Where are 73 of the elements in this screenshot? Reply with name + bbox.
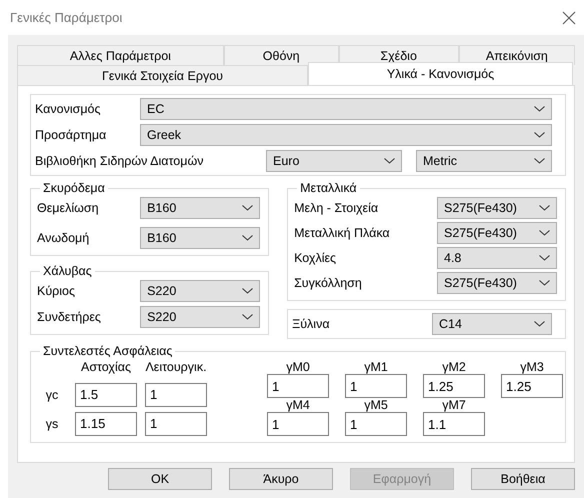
chevron-icon xyxy=(242,314,254,320)
factor-label: γM2 xyxy=(442,360,466,374)
input-field[interactable]: 1 xyxy=(267,374,329,398)
group-title: Χάλυβας xyxy=(42,264,93,278)
factor-label: γM3 xyxy=(520,360,544,374)
dropdown[interactable]: C14 xyxy=(432,313,552,335)
tab[interactable]: Υλικά - Κανονισμός xyxy=(308,62,573,85)
chevron-icon xyxy=(539,255,550,261)
group-title: Σκυρόδεμα xyxy=(42,181,106,195)
dropdown[interactable]: B160 xyxy=(140,197,260,219)
close-icon[interactable] xyxy=(562,10,576,24)
input-field[interactable]: 1 xyxy=(145,382,207,407)
chevron-icon xyxy=(242,205,254,211)
field-label: Μελη - Στοιχεία xyxy=(294,201,378,215)
column-label: Λειτουργικ. xyxy=(145,360,207,374)
dropdown[interactable]: S275(Fe430) xyxy=(437,272,557,294)
dropdown[interactable]: S275(Fe430) xyxy=(437,222,557,244)
field-label: Θεμελίωση xyxy=(37,201,99,215)
chevron-icon xyxy=(539,280,550,286)
factor-label: γM5 xyxy=(364,398,388,412)
field-label: Βιβλιοθήκη Σιδηρών Διατομών xyxy=(35,154,204,168)
dropdown[interactable]: S220 xyxy=(140,306,260,328)
field-label: Ανωδομή xyxy=(37,231,90,245)
chevron-icon xyxy=(534,158,545,164)
input-field[interactable]: 1.1 xyxy=(423,412,485,436)
group-title: Μεταλλικά xyxy=(299,181,358,195)
dialog-button[interactable]: Βοήθεια xyxy=(471,468,575,490)
dialog-button[interactable]: Άκυρο xyxy=(229,468,333,490)
field-label: Προσάρτημα xyxy=(35,128,106,142)
chevron-icon xyxy=(539,205,550,211)
group-title: Συντελεστές Ασφάλειας xyxy=(42,344,174,358)
input-field[interactable]: 1 xyxy=(345,412,407,436)
chevron-icon xyxy=(242,288,254,294)
input-field[interactable]: 1 xyxy=(267,412,329,436)
input-field[interactable]: 1.25 xyxy=(501,374,563,398)
input-field[interactable]: 1.15 xyxy=(75,412,137,436)
input-field[interactable]: 1 xyxy=(145,412,207,436)
chevron-icon xyxy=(384,158,395,164)
tab[interactable]: Γενικά Στοιχεία Εργου xyxy=(17,65,308,85)
field-label: Κανονισμός xyxy=(35,102,101,116)
factor-label: γM0 xyxy=(286,360,310,374)
field-label: Κύριος xyxy=(37,284,76,298)
input-field[interactable]: 1.25 xyxy=(423,374,485,398)
dropdown[interactable]: 4.8 xyxy=(437,247,557,269)
chevron-icon xyxy=(534,132,545,138)
dropdown[interactable]: Metric xyxy=(416,150,552,172)
field-label: Ξύλινα xyxy=(292,317,330,331)
dialog-button[interactable]: OK xyxy=(108,468,212,490)
row-label: γc xyxy=(44,388,60,402)
chevron-icon xyxy=(539,230,550,236)
field-label: Κοχλίες xyxy=(294,251,336,265)
tab[interactable]: Οθόνη xyxy=(224,45,339,65)
dropdown[interactable]: Greek xyxy=(140,124,552,146)
dropdown[interactable]: B160 xyxy=(140,227,260,249)
dropdown[interactable]: Euro xyxy=(266,150,402,172)
input-field[interactable]: 1 xyxy=(345,374,407,398)
input-field[interactable]: 1.5 xyxy=(75,382,137,407)
factor-label: γM1 xyxy=(364,360,388,374)
window-title: Γενικές Παράμετροι xyxy=(10,10,122,25)
chevron-icon xyxy=(534,321,545,327)
column-label: Αστοχίας xyxy=(80,360,132,374)
chevron-icon xyxy=(242,235,254,241)
factor-label: γM7 xyxy=(442,398,466,412)
field-label: Συνδετήρες xyxy=(37,310,101,324)
dropdown[interactable]: EC xyxy=(140,98,552,120)
dropdown[interactable]: S275(Fe430) xyxy=(437,197,557,219)
field-label: Μεταλλική Πλάκα xyxy=(294,226,390,240)
tab[interactable]: Αλλες Παράμετροι xyxy=(17,45,224,65)
row-label: γs xyxy=(44,416,60,431)
field-label: Συγκόλληση xyxy=(294,276,362,290)
chevron-icon xyxy=(534,106,545,112)
dropdown[interactable]: S220 xyxy=(140,280,260,302)
factor-label: γM4 xyxy=(286,398,310,412)
